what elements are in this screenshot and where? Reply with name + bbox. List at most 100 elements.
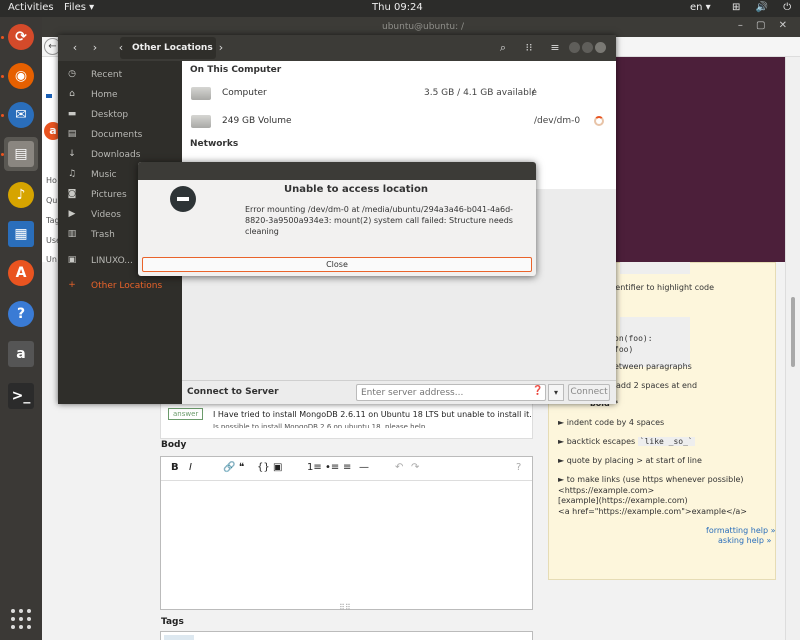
window-controls[interactable] (569, 42, 608, 53)
files-headerbar: ‹ › ‹ Other Locations › ⌕ ⁝⁝ ≡ (58, 35, 616, 61)
bold-icon[interactable]: B (171, 462, 179, 473)
nav-questions[interactable]: Qu (46, 196, 57, 205)
asking-help-link[interactable]: asking help » (718, 536, 771, 545)
sidebar-item-label: Home (91, 90, 118, 100)
help-links: ► to make links (use https whenever poss… (558, 475, 744, 484)
maximize-icon[interactable] (582, 42, 593, 53)
minimize-icon[interactable] (569, 42, 580, 53)
close-button[interactable]: Close (142, 257, 532, 272)
ubuntu-software-icon: A (8, 260, 34, 286)
location-label[interactable]: Other Locations (132, 43, 213, 53)
nav-unanswered[interactable]: Un (46, 255, 57, 264)
ordered-list-icon[interactable]: 1≡ (307, 462, 322, 473)
sidebar-item-recent[interactable]: ◷ Recent (58, 65, 182, 85)
sidebar-item-label: Documents (91, 130, 143, 140)
grid-dot (27, 617, 31, 621)
help-icon[interactable]: ? (516, 462, 521, 473)
clock[interactable]: Thu 09:24 (372, 2, 423, 13)
dock-ubuntu-software[interactable]: A (4, 256, 38, 290)
grid-dot (11, 609, 15, 613)
body-editor[interactable]: B I 🔗 ❝ {} ▣ 1≡ •≡ ≡ — ↶ ↷? ⠿⠿ (160, 456, 533, 612)
sidebar-item-desktop[interactable]: ▬ Desktop (58, 105, 182, 125)
dock-amazon[interactable]: a (4, 337, 38, 371)
location-row-volume[interactable]: 249 GB Volume /dev/dm-0 (182, 109, 616, 135)
help-indent: ► indent code by 4 spaces (558, 418, 665, 427)
sidebar-icon: ♫ (67, 169, 77, 179)
forward-icon[interactable]: › (86, 39, 104, 57)
location-row-computer[interactable]: Computer 3.5 GB / 4.1 GB available / (182, 81, 616, 107)
scrollbar-thumb[interactable] (791, 297, 795, 367)
tag-chip[interactable] (164, 635, 194, 640)
bullet-list-icon[interactable]: •≡ (325, 462, 339, 473)
close-icon[interactable] (595, 42, 606, 53)
help-icon: ? (8, 301, 34, 327)
path-right-icon[interactable]: › (216, 39, 226, 57)
italic-icon[interactable]: I (189, 462, 192, 473)
image-icon[interactable]: ▣ (273, 462, 282, 473)
server-history-dropdown[interactable]: ▾ (548, 384, 564, 401)
sidebar-icon: ▶ (68, 209, 76, 219)
dock-files[interactable]: ▤ (4, 137, 38, 171)
app-menu[interactable]: Files ▾ (64, 2, 94, 13)
drive-icon (191, 115, 211, 128)
nav-home[interactable]: Ho (46, 176, 57, 185)
dialog-title: Unable to access location (284, 184, 428, 195)
similar-question-excerpt: Is possible to install MongoDB 2.6 on ub… (213, 423, 426, 428)
dock-rhythmbox[interactable]: ♪ (4, 178, 38, 212)
dock-firefox[interactable]: ◉ (4, 59, 38, 93)
site-menu-icon[interactable] (46, 94, 52, 98)
code-icon[interactable]: {} (257, 462, 270, 473)
sidebar-item-documents[interactable]: ▤ Documents (58, 125, 182, 145)
location-path: /dev/dm-0 (534, 116, 581, 126)
dock-libreoffice-writer[interactable]: ▦ (4, 217, 38, 251)
dock: ⟳ ◉ ✉ ▤ ♪ ▦ A? a >_ (0, 17, 42, 640)
sidebar-item-label: Videos (91, 210, 121, 220)
activities-button[interactable]: Activities (8, 2, 54, 13)
dock-help[interactable]: ? (4, 297, 38, 331)
sidebar-icon: ▣ (67, 255, 77, 265)
path-left-icon[interactable]: ‹ (115, 39, 127, 57)
dock-software-updater[interactable]: ⟳ (4, 20, 38, 54)
undo-icon[interactable]: ↶ (395, 462, 403, 473)
help-code-text: on(foo): foo) (614, 334, 653, 354)
sidebar-item-other-locations[interactable]: + Other Locations (58, 276, 182, 296)
help-identifier: identifier to highlight code (608, 283, 715, 292)
heading-icon[interactable]: ≡ (343, 462, 351, 473)
help-backtick-label: ► backtick escapes (558, 437, 636, 446)
show-applications-icon[interactable] (10, 608, 32, 630)
rule-icon[interactable]: — (359, 462, 369, 473)
location-bar[interactable]: ‹ Other Locations › (119, 37, 223, 59)
tags-input[interactable] (160, 631, 533, 640)
editor-resize-grip[interactable]: ⠿⠿ (339, 603, 351, 612)
error-dialog: Unable to access location Error mounting… (138, 162, 536, 276)
window-controls[interactable]: – ▢ ✕ (738, 20, 792, 31)
similar-question-row[interactable]: answer I Have tried to install MongoDB 2… (160, 403, 533, 439)
libreoffice-writer-icon: ▦ (8, 221, 34, 247)
software-updater-icon: ⟳ (8, 24, 34, 50)
redo-icon[interactable]: ↷ (411, 462, 419, 473)
link-icon[interactable]: 🔗 (223, 462, 235, 473)
answer-badge: answer (168, 408, 204, 420)
dock-thunderbird[interactable]: ✉ (4, 98, 38, 132)
language-indicator[interactable]: en ▾ (690, 2, 711, 13)
help-add-spaces: add 2 spaces at end (616, 381, 698, 390)
menu-icon[interactable]: ≡ (544, 39, 566, 57)
system-status-icons[interactable]: ⊞ 🔊 ⏻ ▾ (732, 2, 800, 13)
view-options-icon[interactable]: ⁝⁝ (518, 39, 540, 57)
quote-icon[interactable]: ❝ (239, 462, 244, 473)
back-icon[interactable]: ‹ (66, 39, 84, 57)
dialog-titlebar (138, 162, 536, 180)
drive-icon (191, 87, 211, 100)
sidebar-item-home[interactable]: ⌂ Home (58, 85, 182, 105)
formatting-help-link[interactable]: formatting help » (706, 526, 775, 535)
dock-terminal[interactable]: >_ (4, 379, 38, 413)
help-backtick-code: `like _so_` (637, 437, 695, 446)
server-address-input[interactable] (356, 384, 546, 401)
page-scrollbar[interactable] (785, 57, 800, 640)
connect-button[interactable]: Connect (568, 384, 610, 401)
search-icon[interactable]: ⌕ (492, 39, 514, 57)
sidebar-item-label: Desktop (91, 110, 129, 120)
sidebar-item-label: Trash (91, 230, 115, 240)
server-help-icon[interactable]: ❓ (532, 386, 543, 396)
similar-question-text[interactable]: I Have tried to install MongoDB 2.6.11 o… (213, 410, 532, 419)
